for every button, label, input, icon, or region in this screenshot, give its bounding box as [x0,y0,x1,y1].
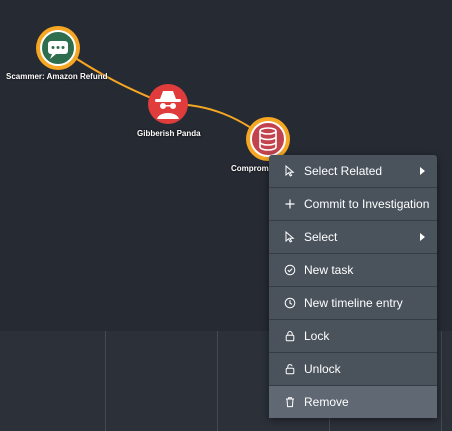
menu-item-label: Select [304,230,338,244]
menu-item-commit-to-investigation[interactable]: Commit to Investigation [269,188,437,221]
menu-item-label: Commit to Investigation [304,197,430,211]
menu-item-label: Unlock [304,362,341,376]
node-label-scammer: Scammer: Amazon Refund [6,72,108,81]
context-menu: Select Related Commit to Investigation S… [269,155,437,418]
menu-item-remove[interactable]: Remove [269,386,437,418]
submenu-arrow-icon [420,233,425,241]
menu-item-unlock[interactable]: Unlock [269,353,437,386]
lock-icon [283,329,297,343]
clock-icon [283,296,297,310]
graph-node-scammer[interactable] [36,26,80,70]
plus-icon [283,197,297,211]
cursor-icon [283,230,297,244]
trash-icon [283,395,297,409]
node-label-compromised: Compromi [231,164,271,173]
menu-item-label: Select Related [304,164,383,178]
menu-item-label: New timeline entry [304,296,403,310]
timeline-divider [105,331,106,431]
timeline-divider [441,331,442,431]
unlock-icon [283,362,297,376]
menu-item-new-task[interactable]: New task [269,254,437,287]
check-circle-icon [283,263,297,277]
menu-item-select-related[interactable]: Select Related [269,155,437,188]
menu-item-label: Lock [304,329,330,343]
timeline-divider [217,331,218,431]
menu-item-label: Remove [304,395,349,409]
menu-item-select[interactable]: Select [269,221,437,254]
menu-item-label: New task [304,263,354,277]
cursor-icon [283,164,297,178]
submenu-arrow-icon [420,167,425,175]
node-label-gibberish-panda: Gibberish Panda [137,129,201,138]
menu-item-new-timeline-entry[interactable]: New timeline entry [269,287,437,320]
menu-item-lock[interactable]: Lock [269,320,437,353]
graph-node-gibberish-panda[interactable] [148,84,188,124]
